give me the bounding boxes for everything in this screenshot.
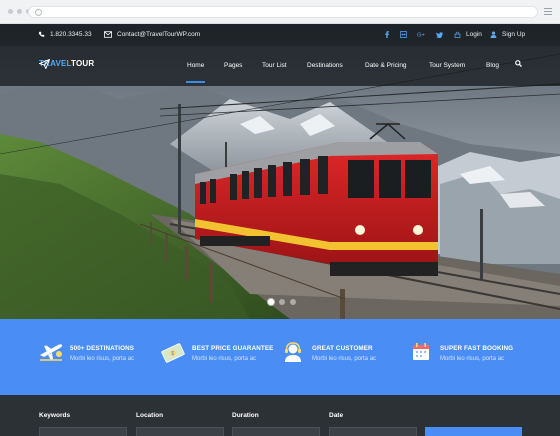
nav-pages[interactable]: Pages bbox=[224, 62, 242, 69]
date-label: Date bbox=[329, 412, 344, 419]
main-navbar: TRAVELTOUR Home Pages Tour List Destinat… bbox=[0, 46, 560, 86]
feature-desc: Morbi leo risus, porta ac bbox=[192, 356, 257, 362]
feature-title: 500+ DESTINATIONS bbox=[70, 345, 135, 352]
flickr-icon[interactable] bbox=[400, 31, 407, 38]
money-icon: $ bbox=[161, 343, 185, 363]
feature-title: BEST PRICE GUARANTEE bbox=[192, 345, 274, 352]
features-bar: 500+ DESTINATIONS Morbi leo risus, porta… bbox=[0, 319, 560, 395]
window-dot[interactable] bbox=[8, 9, 13, 14]
browser-window: 1.820.3345.33 Contact@TravelTourWP.com G… bbox=[0, 0, 560, 436]
nav-blog[interactable]: Blog bbox=[486, 62, 499, 69]
plane-icon bbox=[40, 344, 63, 361]
reload-icon[interactable] bbox=[35, 9, 42, 16]
address-bar[interactable] bbox=[28, 6, 538, 18]
website: 1.820.3345.33 Contact@TravelTourWP.com G… bbox=[0, 24, 560, 436]
calendar-icon bbox=[413, 343, 429, 360]
nav-date-pricing[interactable]: Date & Pricing bbox=[365, 62, 407, 69]
site-logo[interactable]: TRAVELTOUR bbox=[39, 59, 95, 69]
feature-desc: Morbi leo risus, porta ac bbox=[312, 356, 377, 362]
feature-title: SUPER FAST BOOKING bbox=[440, 345, 514, 352]
svg-text:G+: G+ bbox=[417, 32, 425, 38]
browser-toolbar bbox=[0, 0, 560, 24]
location-label: Location bbox=[136, 412, 164, 419]
slider-dot-active[interactable] bbox=[268, 299, 274, 305]
top-info-bar: 1.820.3345.33 Contact@TravelTourWP.com G… bbox=[0, 24, 560, 46]
support-icon bbox=[285, 342, 301, 362]
browser-menu-icon[interactable] bbox=[544, 8, 552, 17]
location-select[interactable] bbox=[136, 427, 224, 436]
logo-text-tour: TOUR bbox=[71, 59, 95, 68]
twitter-icon[interactable] bbox=[436, 31, 443, 38]
user-icon bbox=[490, 31, 497, 38]
hero-slider: 1.820.3345.33 Contact@TravelTourWP.com G… bbox=[0, 24, 560, 319]
window-dot[interactable] bbox=[17, 9, 22, 14]
date-input[interactable] bbox=[329, 427, 417, 436]
keywords-input[interactable] bbox=[39, 427, 127, 436]
search-submit-button[interactable] bbox=[425, 427, 522, 436]
slider-pagination bbox=[268, 299, 296, 305]
duration-select[interactable] bbox=[232, 427, 320, 436]
nav-tour-system[interactable]: Tour System bbox=[429, 62, 465, 69]
duration-label: Duration bbox=[232, 412, 259, 419]
keywords-field: Keywords bbox=[39, 412, 127, 436]
slider-dot[interactable] bbox=[290, 299, 296, 305]
search-icon bbox=[515, 60, 522, 67]
location-field: Location bbox=[136, 412, 224, 436]
nav-home[interactable]: Home bbox=[185, 62, 206, 83]
email-address: Contact@TravelTourWP.com bbox=[117, 31, 201, 38]
signup-label: Sign Up bbox=[502, 31, 526, 38]
phone-contact[interactable]: 1.820.3345.33 bbox=[38, 31, 92, 38]
email-contact[interactable]: Contact@TravelTourWP.com bbox=[104, 31, 200, 38]
login-link[interactable]: Login bbox=[454, 31, 482, 38]
nav-tour-list[interactable]: Tour List bbox=[262, 62, 287, 69]
lock-icon bbox=[454, 31, 461, 38]
slider-dot[interactable] bbox=[279, 299, 285, 305]
nav-destinations[interactable]: Destinations bbox=[307, 62, 343, 69]
mail-icon bbox=[104, 31, 112, 38]
keywords-label: Keywords bbox=[39, 412, 71, 419]
phone-icon bbox=[38, 31, 45, 37]
social-links: G+ bbox=[384, 31, 443, 38]
facebook-icon[interactable] bbox=[384, 31, 390, 38]
tour-search-form: Keywords Location Duration Date bbox=[0, 395, 560, 436]
duration-field: Duration bbox=[232, 412, 320, 436]
feature-desc: Morbi leo risus, porta ac bbox=[440, 356, 505, 362]
login-label: Login bbox=[466, 31, 482, 38]
date-field: Date bbox=[329, 412, 417, 436]
svg-text:$: $ bbox=[171, 351, 174, 357]
feature-title: GREAT CUSTOMER bbox=[312, 345, 373, 352]
feature-desc: Morbi leo risus, porta ac bbox=[70, 356, 135, 362]
google-plus-icon[interactable]: G+ bbox=[417, 31, 426, 38]
signup-link[interactable]: Sign Up bbox=[490, 31, 525, 38]
phone-number: 1.820.3345.33 bbox=[50, 31, 92, 38]
paper-plane-logo-icon bbox=[39, 59, 50, 69]
